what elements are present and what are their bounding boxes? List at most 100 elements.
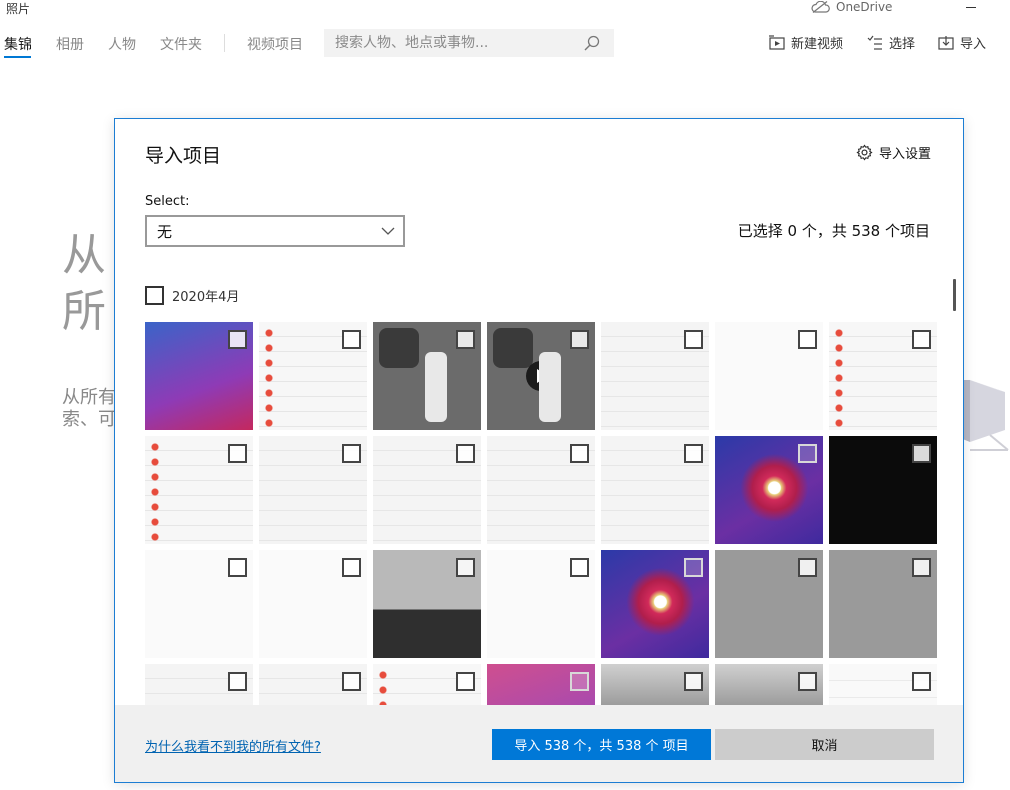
photo-thumbnail[interactable]: [145, 322, 253, 430]
scrollbar-thumb[interactable]: [953, 279, 956, 311]
photo-thumbnail[interactable]: [829, 550, 937, 658]
nav-divider: [224, 34, 225, 52]
missing-files-help-link[interactable]: 为什么我看不到我的所有文件?: [145, 736, 321, 755]
photo-thumbnail[interactable]: [601, 550, 709, 658]
active-tab-indicator: [4, 56, 31, 58]
chevron-down-icon: [381, 227, 395, 235]
photo-thumbnail[interactable]: [373, 664, 481, 705]
photo-thumbnail[interactable]: [715, 322, 823, 430]
thumbnail-checkbox[interactable]: [798, 330, 817, 349]
video-play-icon: [526, 361, 556, 391]
tab-video-projects[interactable]: 视频项目: [247, 34, 303, 54]
tab-albums[interactable]: 相册: [56, 34, 84, 54]
tab-people[interactable]: 人物: [108, 34, 136, 54]
thumbnail-checkbox[interactable]: [456, 444, 475, 463]
selection-dropdown-value: 无: [157, 222, 173, 241]
select-list-icon: [867, 35, 882, 50]
photo-thumbnail[interactable]: [373, 322, 481, 430]
thumbnail-checkbox[interactable]: [798, 444, 817, 463]
thumbnail-checkbox[interactable]: [684, 558, 703, 577]
thumbnail-checkbox[interactable]: [228, 330, 247, 349]
thumbnail-checkbox[interactable]: [228, 558, 247, 577]
selection-dropdown[interactable]: 无: [145, 215, 405, 247]
thumbnail-checkbox[interactable]: [684, 330, 703, 349]
photo-thumbnail[interactable]: [373, 436, 481, 544]
onedrive-label: OneDrive: [836, 0, 893, 14]
thumbnail-checkbox[interactable]: [570, 444, 589, 463]
photo-thumbnail[interactable]: [487, 322, 595, 430]
search-icon[interactable]: [584, 35, 600, 51]
select-label: 选择: [889, 37, 916, 52]
thumbnail-checkbox[interactable]: [342, 558, 361, 577]
photo-thumbnail[interactable]: [829, 664, 937, 705]
photo-thumbnail[interactable]: [487, 664, 595, 705]
dialog-footer: 为什么我看不到我的所有文件? 导入 538 个，共 538 个 项目 取消: [115, 705, 963, 782]
new-video-button[interactable]: 新建视频: [768, 33, 843, 52]
import-settings-button[interactable]: 导入设置: [856, 143, 931, 162]
new-video-label: 新建视频: [791, 37, 844, 52]
date-group-label: 2020年4月: [172, 290, 240, 305]
thumbnail-checkbox[interactable]: [456, 558, 475, 577]
thumbnail-checkbox[interactable]: [342, 330, 361, 349]
video-icon: [769, 34, 785, 50]
thumbnail-checkbox[interactable]: [912, 558, 931, 577]
thumbnail-checkbox[interactable]: [798, 558, 817, 577]
onedrive-status[interactable]: OneDrive: [810, 0, 892, 14]
background-heading-line-2: 所: [62, 286, 106, 337]
photo-thumbnail[interactable]: [829, 322, 937, 430]
photo-thumbnail[interactable]: [259, 436, 367, 544]
thumbnail-checkbox[interactable]: [798, 672, 817, 691]
search-box[interactable]: [324, 29, 614, 57]
tab-collection[interactable]: 集锦: [4, 34, 32, 54]
background-heading: 从 所: [62, 228, 106, 340]
thumbnail-checkbox[interactable]: [912, 444, 931, 463]
select-button[interactable]: 选择: [866, 33, 915, 52]
thumbnail-checkbox[interactable]: [912, 672, 931, 691]
photo-thumbnail[interactable]: [601, 664, 709, 705]
import-icon: [938, 35, 954, 50]
thumbnail-checkbox[interactable]: [570, 558, 589, 577]
date-group-checkbox[interactable]: [145, 286, 164, 305]
photo-thumbnail[interactable]: [487, 436, 595, 544]
photo-thumbnail[interactable]: [601, 322, 709, 430]
tab-folders[interactable]: 文件夹: [160, 34, 202, 54]
dialog-title: 导入项目: [145, 145, 222, 167]
search-input[interactable]: [324, 29, 574, 57]
thumbnail-checkbox[interactable]: [456, 330, 475, 349]
import-all-button[interactable]: 导入 538 个，共 538 个 项目: [492, 729, 711, 760]
photo-thumbnail[interactable]: [145, 550, 253, 658]
thumbnail-checkbox[interactable]: [570, 330, 589, 349]
photo-thumbnail[interactable]: [715, 664, 823, 705]
minimize-button[interactable]: [966, 7, 976, 8]
top-nav: 集锦 相册 人物 文件夹 视频项目 新建视频 选择: [0, 28, 1010, 58]
photo-thumbnail[interactable]: [601, 436, 709, 544]
thumbnail-checkbox[interactable]: [342, 444, 361, 463]
thumbnail-checkbox[interactable]: [342, 672, 361, 691]
photo-thumbnail[interactable]: [145, 436, 253, 544]
thumbnail-checkbox[interactable]: [684, 444, 703, 463]
thumbnail-checkbox[interactable]: [684, 672, 703, 691]
photo-thumbnail[interactable]: [715, 436, 823, 544]
import-button[interactable]: 导入: [937, 33, 986, 52]
background-heading-line-1: 从: [62, 230, 106, 281]
background-body: 从所有 索、可: [62, 387, 116, 431]
thumbnail-checkbox[interactable]: [228, 672, 247, 691]
photo-thumbnail[interactable]: [715, 550, 823, 658]
onedrive-cloud-icon: [811, 1, 830, 13]
background-body-line-1: 从所有: [62, 387, 116, 408]
thumbnail-checkbox[interactable]: [228, 444, 247, 463]
cancel-button[interactable]: 取消: [715, 729, 934, 760]
import-label: 导入: [960, 37, 987, 52]
photo-thumbnail[interactable]: [145, 664, 253, 705]
thumbnail-checkbox[interactable]: [456, 672, 475, 691]
photo-thumbnail[interactable]: [373, 550, 481, 658]
thumbnail-checkbox[interactable]: [570, 672, 589, 691]
photo-thumbnail[interactable]: [487, 550, 595, 658]
photo-thumbnail[interactable]: [259, 322, 367, 430]
background-body-line-2: 索、可: [62, 409, 116, 430]
photo-thumbnail[interactable]: [259, 664, 367, 705]
photo-thumbnail[interactable]: [829, 436, 937, 544]
photo-thumbnail[interactable]: [259, 550, 367, 658]
thumbnail-checkbox[interactable]: [912, 330, 931, 349]
gear-icon: [856, 144, 873, 161]
